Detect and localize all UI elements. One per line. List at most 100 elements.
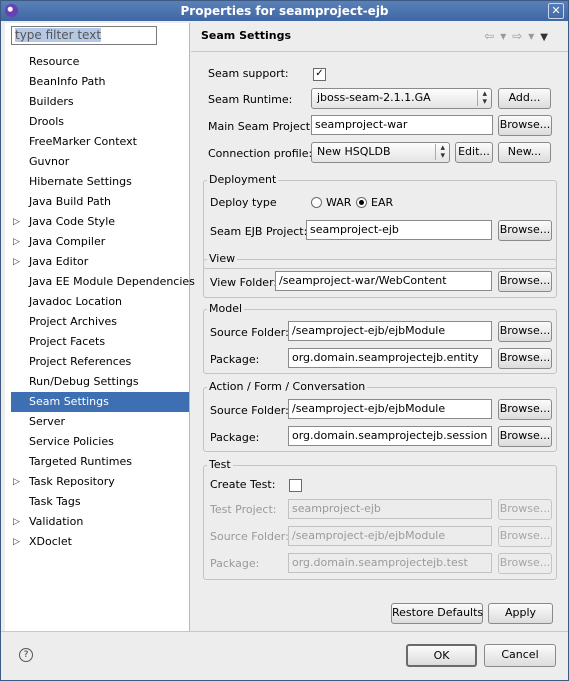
new-connection-button[interactable]: New...	[498, 142, 551, 163]
expand-arrow-icon[interactable]: ▷	[13, 232, 20, 252]
tree-item[interactable]: Java EE Module Dependencies	[5, 272, 195, 292]
tree-item[interactable]: Project References	[5, 352, 189, 372]
ear-label: EAR	[371, 196, 394, 209]
test-legend: Test	[207, 458, 233, 471]
header-divider	[191, 51, 568, 52]
restore-defaults-button[interactable]: Restore Defaults	[391, 603, 483, 624]
tree-item[interactable]: ▷ Java Code Style	[5, 212, 189, 232]
connection-profile-select[interactable]: New HSQLDB ▴ ▾	[311, 142, 450, 163]
dialog-button-bar: ? OK Cancel	[1, 631, 568, 681]
close-icon[interactable]: ✕	[548, 3, 564, 19]
test-project-browse-button[interactable]: Browse...	[498, 499, 552, 520]
war-label: WAR	[326, 196, 352, 209]
test-project-field[interactable]: seamproject-ejb	[288, 499, 492, 519]
back-arrow-icon[interactable]: ⇦▾	[484, 29, 512, 43]
tree-item[interactable]: ▷ Validation	[5, 512, 189, 532]
model-package-label: Package:	[210, 353, 260, 366]
connection-profile-label: Connection profile:	[208, 147, 313, 160]
tree-item-label: XDoclet	[29, 535, 72, 548]
deploy-type-label: Deploy type	[210, 196, 277, 209]
tree-item-label: Project References	[29, 355, 132, 368]
expand-arrow-icon[interactable]: ▷	[13, 212, 20, 232]
tree-item[interactable]: ▷ Task Repository	[5, 472, 189, 492]
action-package-browse-button[interactable]: Browse...	[498, 426, 552, 447]
tree-item[interactable]: Seam Settings	[11, 392, 189, 412]
expand-arrow-icon[interactable]: ▷	[13, 512, 20, 532]
view-legend: View	[207, 252, 238, 265]
tree-item[interactable]: BeanInfo Path	[5, 72, 189, 92]
test-source-browse-button[interactable]: Browse...	[498, 526, 552, 547]
model-package-browse-button[interactable]: Browse...	[498, 348, 552, 369]
deployment-legend: Deployment	[207, 173, 279, 186]
apply-button[interactable]: Apply	[488, 603, 553, 624]
view-menu-icon[interactable]: ▼	[540, 32, 554, 43]
war-radio[interactable]	[311, 197, 322, 208]
forward-arrow-icon[interactable]: ⇨▾	[512, 29, 540, 43]
ok-button[interactable]: OK	[406, 644, 477, 667]
view-folder-field[interactable]: /seamproject-war/WebContent	[275, 271, 492, 291]
tree-item[interactable]: Project Archives	[5, 312, 189, 332]
model-source-label: Source Folder:	[210, 326, 289, 339]
seam-runtime-select[interactable]: jboss-seam-2.1.1.GA ▴ ▾	[311, 88, 492, 109]
updown-arrow-icon: ▴ ▾	[435, 144, 445, 161]
seam-support-checkbox[interactable]: ✓	[313, 68, 326, 81]
expand-arrow-icon[interactable]: ▷	[13, 252, 20, 272]
tree-item[interactable]: Task Tags	[5, 492, 189, 512]
tree-item[interactable]: Project Facets	[5, 332, 189, 352]
tree-item-label: Seam Settings	[29, 395, 109, 408]
expand-arrow-icon[interactable]: ▷	[13, 472, 20, 492]
cancel-button[interactable]: Cancel	[484, 644, 556, 667]
model-package-field[interactable]: org.domain.seamprojectejb.entity	[288, 348, 492, 368]
expand-arrow-icon[interactable]: ▷	[13, 532, 20, 552]
ejb-project-field[interactable]: seamproject-ejb	[306, 220, 492, 240]
tree-item[interactable]: Targeted Runtimes	[5, 452, 189, 472]
action-source-browse-button[interactable]: Browse...	[498, 399, 552, 420]
test-source-field[interactable]: /seamproject-ejb/ejbModule	[288, 526, 492, 546]
tree-item-label: Java Editor	[29, 255, 89, 268]
action-package-label: Package:	[210, 431, 260, 444]
help-icon[interactable]: ?	[19, 648, 33, 662]
model-source-field[interactable]: /seamproject-ejb/ejbModule	[288, 321, 492, 341]
main-project-field[interactable]: seamproject-war	[311, 115, 493, 135]
tree-item-label: Server	[29, 415, 66, 428]
tree-item[interactable]: Hibernate Settings	[5, 172, 189, 192]
title-bar: Properties for seamproject-ejb ✕	[1, 1, 568, 21]
page-navigation: ⇦▾⇨▾▼	[484, 29, 554, 43]
main-project-label: Main Seam Project:	[208, 120, 314, 133]
tree-item[interactable]: Run/Debug Settings	[5, 372, 189, 392]
edit-connection-button[interactable]: Edit...	[455, 142, 493, 163]
tree-item[interactable]: ▷ Java Compiler	[5, 232, 189, 252]
create-test-checkbox[interactable]	[289, 479, 302, 492]
tree-item[interactable]: Drools	[5, 112, 189, 132]
test-package-browse-button[interactable]: Browse...	[498, 553, 552, 574]
add-runtime-button[interactable]: Add...	[498, 88, 551, 109]
filter-input[interactable]: type filter text	[11, 26, 157, 45]
tree-item[interactable]: Server	[5, 412, 189, 432]
tree-item[interactable]: Builders	[5, 92, 189, 112]
action-package-field[interactable]: org.domain.seamprojectejb.session	[288, 426, 492, 446]
tree-item[interactable]: FreeMarker Context	[5, 132, 189, 152]
tree-item-label: Javadoc Location	[29, 295, 123, 308]
tree-item-label: BeanInfo Path	[29, 75, 106, 88]
checkmark-icon: ✓	[315, 68, 324, 79]
tree-item[interactable]: Resource	[5, 52, 189, 72]
tree-item-label: Task Repository	[29, 475, 115, 488]
test-package-field[interactable]: org.domain.seamprojectejb.test	[288, 553, 492, 573]
main-project-browse-button[interactable]: Browse...	[498, 115, 552, 136]
view-folder-browse-button[interactable]: Browse...	[498, 271, 552, 292]
tree-item[interactable]: Guvnor	[5, 152, 189, 172]
model-source-browse-button[interactable]: Browse...	[498, 321, 552, 342]
tree-item[interactable]: Java Build Path	[5, 192, 189, 212]
tree-item[interactable]: ▷ XDoclet	[5, 532, 189, 552]
tree-item[interactable]: Javadoc Location	[5, 292, 189, 312]
action-source-field[interactable]: /seamproject-ejb/ejbModule	[288, 399, 492, 419]
tree-item-label: FreeMarker Context	[29, 135, 137, 148]
settings-page: Seam Settings ⇦▾⇨▾▼ Seam support: ✓ Seam…	[191, 23, 568, 631]
ejb-project-browse-button[interactable]: Browse...	[498, 220, 552, 241]
ear-radio[interactable]	[356, 197, 367, 208]
tree-item[interactable]: ▷ Java Editor	[5, 252, 189, 272]
action-legend: Action / Form / Conversation	[207, 380, 368, 393]
action-source-label: Source Folder:	[210, 404, 289, 417]
preference-tree: Resource BeanInfo Path Builders Drools FreeM…	[5, 52, 195, 552]
tree-item[interactable]: Service Policies	[5, 432, 189, 452]
